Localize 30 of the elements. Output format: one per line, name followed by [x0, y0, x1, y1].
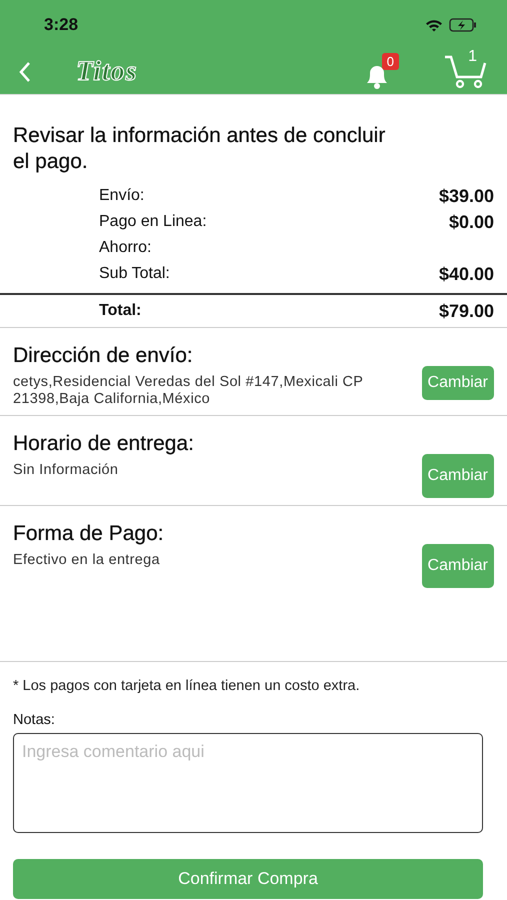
section-title: Forma de Pago:	[13, 522, 165, 546]
status-time: 3:28	[44, 15, 78, 35]
notification-button[interactable]: 0	[361, 53, 399, 91]
section-title: Horario de entrega:	[13, 432, 195, 456]
notes-label: Notas:	[13, 712, 56, 728]
extra-cost-note: * Los pagos con tarjeta en línea tienen un costo extra.	[13, 678, 361, 694]
battery-icon	[449, 18, 477, 32]
summary-value: $0.00	[448, 212, 494, 232]
section-title: Dirección de envío:	[13, 344, 194, 368]
change-button[interactable]: Cambiar	[422, 366, 494, 400]
summary-value: $39.00	[438, 186, 494, 206]
notification-count: 0	[382, 53, 399, 70]
summary-label: Pago en Linea:	[99, 213, 207, 231]
review-title: Revisar la información antes de concluir el pago.	[13, 123, 386, 175]
section-text: cetys,Residencial Veredas del Sol #147,Mexicali CP 21398,Baja California,México	[13, 374, 364, 408]
summary-label: Envío:	[99, 187, 144, 205]
summary-value: $40.00	[438, 264, 494, 284]
section-text: Efectivo en la entrega	[13, 552, 160, 570]
total-value: $79.00	[438, 300, 494, 322]
confirm-button[interactable]: Confirmar Compra	[13, 859, 483, 899]
wifi-icon	[425, 18, 443, 32]
chevron-left-icon	[18, 61, 32, 83]
summary-label: Sub Total:	[99, 265, 170, 283]
total-label: Total:	[99, 302, 142, 320]
summary-label: Ahorro:	[99, 239, 152, 257]
logo: Titos	[76, 56, 138, 88]
change-button[interactable]: Cambiar	[422, 454, 494, 498]
change-button[interactable]: Cambiar	[422, 544, 494, 588]
notes-field[interactable]: Ingresa comentario aqui	[13, 733, 483, 833]
section-text: Sin Información	[13, 462, 118, 480]
